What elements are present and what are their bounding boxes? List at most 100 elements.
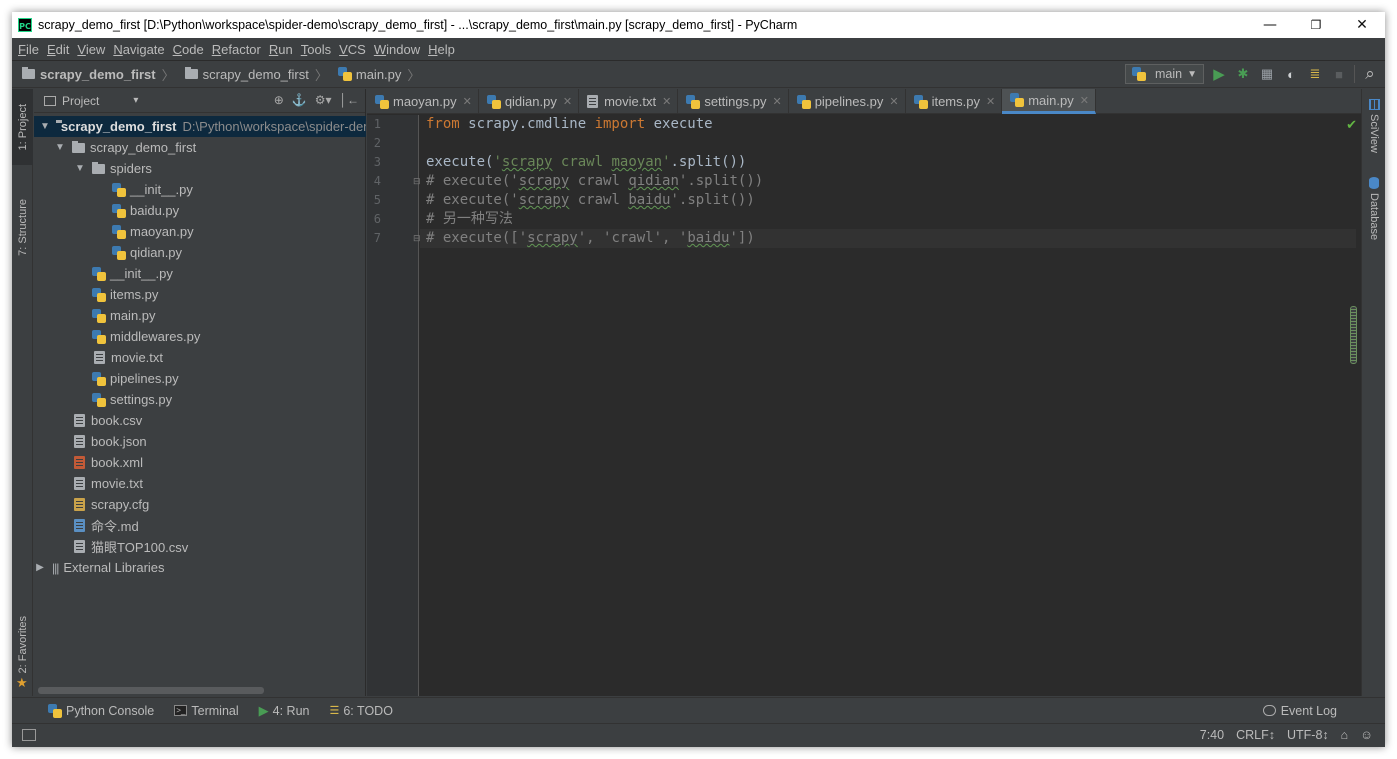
close-icon[interactable]: ✕ — [1080, 94, 1089, 107]
horizontal-scrollbar[interactable] — [38, 687, 264, 694]
tree-item-file[interactable]: book.json — [34, 431, 366, 452]
stop-icon[interactable]: ■ — [1330, 65, 1348, 83]
run-configuration-select[interactable]: main ▼ — [1125, 64, 1204, 84]
line-separator-selector[interactable]: CRLF↕ — [1236, 728, 1275, 742]
python-icon — [1132, 67, 1146, 81]
tree-item-file[interactable]: pipelines.py — [34, 368, 366, 389]
toggle-tool-windows-icon[interactable] — [22, 729, 36, 741]
tab-qidian[interactable]: qidian.py ✕ — [479, 89, 580, 114]
tool-label: 4: Run — [272, 703, 310, 718]
menu-file[interactable]: File — [18, 42, 39, 57]
menu-window[interactable]: Window — [374, 42, 420, 57]
debug-icon[interactable]: ✱ — [1234, 65, 1252, 83]
tree-item-file[interactable]: main.py — [34, 305, 366, 326]
tree-item-file[interactable]: 猫眼TOP100.csv — [34, 536, 366, 557]
breadcrumb-file[interactable]: main.py 〉 — [337, 65, 420, 84]
tree-item-file[interactable]: baidu.py — [34, 200, 366, 221]
menu-run[interactable]: Run — [269, 42, 293, 57]
tool-run[interactable]: ▶ 4: Run — [259, 703, 310, 719]
chevron-down-icon[interactable]: ▾ — [133, 95, 138, 106]
tree-item-file[interactable]: __init__.py — [34, 263, 366, 284]
restore-button[interactable]: ❐ — [1293, 12, 1339, 38]
close-icon[interactable]: ✕ — [662, 95, 671, 108]
close-icon[interactable]: ✕ — [889, 95, 898, 108]
caret-position[interactable]: 7:40 — [1200, 728, 1224, 742]
tree-item-file[interactable]: qidian.py — [34, 242, 366, 263]
tree-item-file[interactable]: movie.txt — [34, 347, 366, 368]
tab-pipelines[interactable]: pipelines.py ✕ — [789, 89, 906, 114]
encoding-selector[interactable]: UTF-8↕ — [1287, 728, 1329, 742]
hide-panel-icon[interactable]: │← — [340, 93, 360, 107]
expand-arrow-icon[interactable]: ▶ — [34, 562, 46, 573]
tab-project[interactable]: 1: Project — [12, 89, 33, 165]
coverage-icon[interactable]: ▦ — [1258, 65, 1276, 83]
close-icon[interactable]: ✕ — [772, 95, 781, 108]
tree-item-file[interactable]: items.py — [34, 284, 366, 305]
menu-help[interactable]: Help — [428, 42, 455, 57]
tab-settings[interactable]: settings.py ✕ — [678, 89, 789, 114]
fold-marker-icon[interactable]: ⊟ — [413, 234, 421, 244]
tree-item-project-root[interactable]: ▼ scrapy_demo_first D:\Python\workspace\… — [34, 116, 366, 137]
tab-favorites[interactable]: 2: Favorites — [12, 605, 33, 685]
tab-main[interactable]: main.py ✕ — [1002, 89, 1096, 114]
expand-arrow-icon[interactable]: ▼ — [40, 121, 50, 132]
tree-item-file[interactable]: movie.txt — [34, 473, 366, 494]
tab-sciview[interactable]: SciView — [1362, 99, 1385, 153]
collapse-all-icon[interactable]: ⚓ — [292, 93, 307, 107]
lock-icon[interactable]: ⌂ — [1341, 728, 1349, 742]
tab-items[interactable]: items.py ✕ — [906, 89, 1003, 114]
tree-item-package[interactable]: ▼ scrapy_demo_first — [34, 137, 366, 158]
tool-python-console[interactable]: Python Console — [48, 703, 154, 718]
menu-code[interactable]: Code — [173, 42, 204, 57]
breadcrumb-folder[interactable]: scrapy_demo_first 〉 — [184, 65, 328, 84]
run-toolbar: main ▼ ▶ ✱ ▦ ◐ ≣ ■ ⌕ — [1125, 64, 1379, 84]
scroll-from-source-icon[interactable]: ⊕ — [274, 93, 284, 107]
tool-todo[interactable]: ☰ 6: TODO — [329, 704, 392, 718]
tree-item-label: middlewares.py — [110, 329, 201, 344]
expand-arrow-icon[interactable]: ▼ — [54, 142, 66, 153]
run-icon[interactable]: ▶ — [1210, 65, 1228, 83]
tree-item-file[interactable]: book.xml — [34, 452, 366, 473]
tab-maoyan[interactable]: maoyan.py ✕ — [367, 89, 479, 114]
tree-item-external-libraries[interactable]: ▶ ||| External Libraries — [34, 557, 366, 578]
project-view-label[interactable]: Project — [62, 94, 99, 108]
concurrency-icon[interactable]: ≣ — [1306, 65, 1324, 83]
tab-movie-txt[interactable]: movie.txt ✕ — [579, 89, 679, 114]
tab-structure[interactable]: 7: Structure — [12, 181, 33, 273]
profile-icon[interactable]: ◐ — [1282, 65, 1300, 83]
inspection-ok-icon[interactable]: ✔ — [1346, 118, 1357, 133]
expand-arrow-icon[interactable]: ▼ — [74, 163, 86, 174]
vertical-scrollbar[interactable] — [1350, 306, 1357, 364]
gear-icon[interactable]: ⚙▾ — [315, 93, 332, 107]
tool-terminal[interactable]: >_ Terminal — [174, 704, 239, 718]
tree-item-file[interactable]: 命令.md — [34, 515, 366, 536]
search-icon[interactable]: ⌕ — [1361, 64, 1379, 83]
close-icon[interactable]: ✕ — [986, 95, 995, 108]
tree-item-file[interactable]: maoyan.py — [34, 221, 366, 242]
event-log-button[interactable]: Event Log — [1262, 703, 1337, 718]
tree-item-spiders[interactable]: ▼ spiders — [34, 158, 366, 179]
breadcrumb-project[interactable]: scrapy_demo_first 〉 — [22, 65, 175, 84]
tree-item-file[interactable]: book.csv — [34, 410, 366, 431]
menu-view[interactable]: View — [77, 42, 105, 57]
tree-item-file[interactable]: middlewares.py — [34, 326, 366, 347]
hector-icon[interactable]: ☺ — [1360, 728, 1373, 742]
close-button[interactable]: ✕ — [1339, 12, 1385, 38]
tab-label: qidian.py — [504, 94, 557, 109]
menu-navigate[interactable]: Navigate — [113, 42, 164, 57]
menu-refactor[interactable]: Refactor — [212, 42, 261, 57]
line-number: 2 — [373, 136, 381, 150]
tab-structure-label: 7: Structure — [16, 198, 29, 256]
minimize-button[interactable]: — — [1247, 12, 1293, 38]
tree-item-file[interactable]: scrapy.cfg — [34, 494, 366, 515]
menu-vcs[interactable]: VCS — [339, 42, 366, 57]
menu-edit[interactable]: Edit — [47, 42, 69, 57]
menu-tools[interactable]: Tools — [301, 42, 331, 57]
close-icon[interactable]: ✕ — [563, 95, 572, 108]
tree-item-file[interactable]: settings.py — [34, 389, 366, 410]
tree-item-file[interactable]: __init__.py — [34, 179, 366, 200]
tab-database[interactable]: Database — [1362, 177, 1385, 240]
event-log-label: Event Log — [1280, 703, 1337, 718]
close-icon[interactable]: ✕ — [463, 95, 472, 108]
fold-marker-icon[interactable]: ⊟ — [413, 177, 421, 187]
